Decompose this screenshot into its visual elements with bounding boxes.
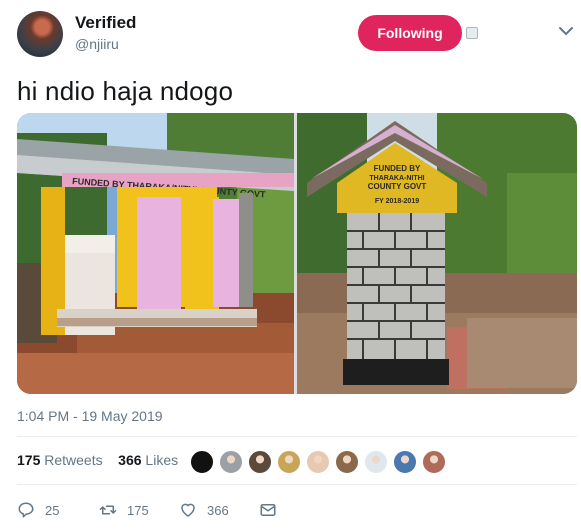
retweet-count: 175 <box>127 502 149 518</box>
photo-toilet-block[interactable]: FUNDED BY THARAKA/NITHI COUNTY GOVT <box>17 113 294 394</box>
tweet-timestamp[interactable]: 1:04 PM - 19 May 2019 <box>17 408 163 424</box>
tweet-text: hi ndio haja ndogo <box>17 76 234 106</box>
avatar-person-icon[interactable] <box>393 450 417 474</box>
divider <box>17 436 577 437</box>
likes-label: Likes <box>145 452 179 468</box>
heart-icon <box>181 503 195 517</box>
retweets-stat[interactable]: 175 Retweets <box>17 452 103 468</box>
tweet-stats: 175 Retweets 366 Likes <box>17 452 178 468</box>
like-button[interactable]: 366 <box>179 498 229 522</box>
right-sign-line-4: FY 2018-2019 <box>375 198 419 205</box>
user-display-name[interactable]: Verified <box>75 13 136 33</box>
avatar-black-icon[interactable] <box>190 450 214 474</box>
avatar-person-icon[interactable] <box>422 450 446 474</box>
retweets-label: Retweets <box>44 452 103 468</box>
right-sign-line-2: THARAKA-NITHI <box>369 175 424 182</box>
like-count: 366 <box>207 502 229 518</box>
block-icon[interactable] <box>466 27 478 39</box>
direct-message-button[interactable] <box>259 498 277 522</box>
user-avatar[interactable] <box>17 11 63 57</box>
retweet-icon <box>99 505 117 515</box>
avatar-person-icon[interactable] <box>277 450 301 474</box>
tweet-actions: 25 175 366 <box>17 498 577 522</box>
following-button[interactable]: Following <box>358 15 462 51</box>
avatar-sketch-icon[interactable] <box>219 450 243 474</box>
avatar-cartoon-icon[interactable] <box>364 450 388 474</box>
right-sign-line-3: COUNTY GOVT <box>368 182 427 191</box>
right-sign-line-1: FUNDED BY <box>374 164 421 173</box>
tweet-header: Verified @njiiru Following <box>0 0 581 66</box>
tweet-media[interactable]: FUNDED BY THARAKA/NITHI COUNTY GOVT FUND… <box>17 113 577 394</box>
retweets-count: 175 <box>17 452 41 468</box>
likes-stat[interactable]: 366 Likes <box>118 452 178 468</box>
avatar-person-icon[interactable] <box>248 450 272 474</box>
envelope-icon <box>260 504 276 516</box>
avatar-person-icon[interactable] <box>335 450 359 474</box>
reply-icon <box>18 502 34 518</box>
user-handle[interactable]: @njiiru <box>75 36 119 52</box>
chevron-down-icon[interactable] <box>559 26 573 36</box>
photo-toilet-pillar[interactable]: FUNDED BY THARAKA-NITHI COUNTY GOVT FY 2… <box>297 113 577 394</box>
divider <box>17 484 577 485</box>
avatar-person-icon[interactable] <box>306 450 330 474</box>
reply-button[interactable]: 25 <box>17 498 59 522</box>
retweet-button[interactable]: 175 <box>99 498 149 522</box>
reply-count: 25 <box>45 502 60 518</box>
likes-count: 366 <box>118 452 142 468</box>
